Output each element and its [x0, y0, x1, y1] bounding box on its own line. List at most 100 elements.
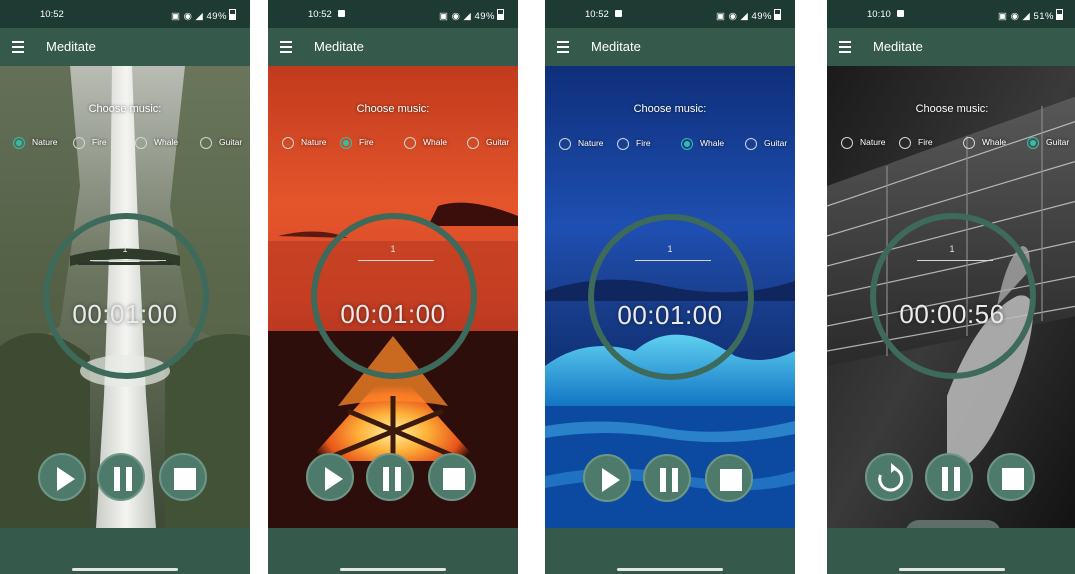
- status-time: 10:52: [308, 9, 332, 20]
- timer-ring: [43, 213, 209, 379]
- timer-display: 00:01:00: [340, 299, 446, 329]
- menu-icon[interactable]: [839, 41, 851, 53]
- radio-label: Fire: [918, 137, 933, 147]
- counter-underline: [90, 260, 166, 261]
- music-radio-group: Nature Fire Whale Guitar: [268, 136, 518, 152]
- status-bar: 10:10 ▣ ◉ ◢ 51%: [827, 0, 1075, 28]
- battery-icon: [497, 9, 504, 20]
- status-icons: ▣ ◉ ◢ 49%: [171, 9, 236, 22]
- radio-nature-circle: [13, 137, 25, 149]
- phone-screen-nature: 10:52 ▣ ◉ ◢ 49% Meditate Choose music: N…: [0, 0, 250, 574]
- music-radio-group: Nature Fire Whale Guitar: [827, 136, 1075, 152]
- replay-icon: [878, 463, 904, 492]
- radio-guitar-circle: [1027, 137, 1039, 149]
- play-button[interactable]: [38, 453, 86, 501]
- app-title: Meditate: [314, 39, 364, 54]
- image-notification-icon: [897, 10, 904, 17]
- status-bar: 10:52 ▣ ◉ ◢ 49%: [268, 0, 518, 28]
- play-button[interactable]: [306, 453, 354, 501]
- timer-ring: [870, 213, 1036, 379]
- radio-fire-circle: [73, 137, 85, 149]
- pause-button[interactable]: [925, 453, 973, 501]
- home-indicator[interactable]: [72, 568, 178, 571]
- radio-label: Fire: [92, 137, 107, 147]
- choose-music-label: Choose music:: [633, 103, 707, 115]
- timer-count: 1: [390, 244, 396, 254]
- counter-underline: [635, 260, 711, 261]
- radio-guitar-circle: [745, 138, 757, 150]
- radio-fire-circle: [899, 137, 911, 149]
- pause-button[interactable]: [97, 453, 145, 501]
- status-icons: ▣ ◉ ◢ 51%: [998, 9, 1063, 22]
- radio-whale-circle: [404, 137, 416, 149]
- battery-icon: [229, 9, 236, 20]
- image-notification-icon: [338, 10, 345, 17]
- stop-button[interactable]: [159, 453, 207, 501]
- choose-music-label: Choose music:: [88, 103, 162, 115]
- app-title: Meditate: [591, 39, 641, 54]
- app-title: Meditate: [46, 39, 96, 54]
- radio-whale-circle: [135, 137, 147, 149]
- status-icons: ▣ ◉ ◢ 49%: [716, 9, 781, 22]
- stop-icon: [720, 469, 742, 491]
- stop-button[interactable]: [428, 453, 476, 501]
- timer-count: 1: [949, 244, 955, 254]
- pause-icon: [114, 467, 132, 491]
- stop-icon: [174, 468, 196, 490]
- phone-screen-guitar: 10:10 ▣ ◉ ◢ 51% Meditate Choose music: N…: [827, 0, 1075, 574]
- battery-icon: [1056, 9, 1063, 20]
- timer-display: 00:01:00: [72, 299, 178, 329]
- home-indicator[interactable]: [899, 568, 1005, 571]
- battery-level: 49%: [751, 11, 772, 22]
- radio-whale-circle: [681, 138, 693, 150]
- battery-level: 51%: [1033, 11, 1054, 22]
- timer-display: 00:01:00: [617, 300, 723, 330]
- radio-label: Guitar: [764, 138, 788, 148]
- pause-button[interactable]: [643, 454, 691, 502]
- bottom-nav-bar: [0, 528, 250, 574]
- pause-icon: [383, 467, 401, 491]
- battery-level: 49%: [206, 11, 227, 22]
- home-indicator[interactable]: [617, 568, 723, 571]
- radio-label: Whale: [423, 137, 448, 147]
- timer-count: 1: [122, 244, 128, 254]
- radio-label: Fire: [359, 137, 374, 147]
- replay-button[interactable]: [865, 453, 913, 501]
- play-icon: [602, 468, 620, 492]
- choose-music-label: Choose music:: [356, 103, 430, 115]
- music-radio-group: Nature Fire Whale Guitar: [545, 137, 795, 153]
- stop-icon: [1002, 468, 1024, 490]
- timer-display: 00:00:56: [899, 299, 1005, 329]
- status-bar: 10:52 ▣ ◉ ◢ 49%: [545, 0, 795, 28]
- menu-icon[interactable]: [12, 41, 24, 53]
- status-time: 10:10: [867, 9, 891, 20]
- stop-button[interactable]: [987, 453, 1035, 501]
- pause-icon: [942, 467, 960, 491]
- bottom-nav-bar: [268, 528, 518, 574]
- menu-icon[interactable]: [280, 41, 292, 53]
- stop-button[interactable]: [705, 454, 753, 502]
- pause-button[interactable]: [366, 453, 414, 501]
- radio-whale-circle: [963, 137, 975, 149]
- app-bar: Meditate: [827, 28, 1075, 66]
- radio-nature-circle: [559, 138, 571, 150]
- play-button[interactable]: [583, 454, 631, 502]
- radio-fire-circle: [340, 137, 352, 149]
- counter-underline: [358, 260, 434, 261]
- app-bar: Meditate: [268, 28, 518, 66]
- menu-icon[interactable]: [557, 41, 569, 53]
- stop-icon: [443, 468, 465, 490]
- radio-label: Guitar: [219, 137, 243, 147]
- counter-underline: [917, 260, 993, 261]
- radio-guitar-circle: [200, 137, 212, 149]
- status-time: 10:52: [40, 9, 64, 20]
- status-icons: ▣ ◉ ◢ 49%: [439, 9, 504, 22]
- pause-icon: [660, 468, 678, 492]
- app-title: Meditate: [873, 39, 923, 54]
- status-time: 10:52: [585, 9, 609, 20]
- home-indicator[interactable]: [340, 568, 446, 571]
- play-icon: [325, 467, 343, 491]
- radio-label: Nature: [301, 137, 327, 147]
- battery-icon: [774, 9, 781, 20]
- image-notification-icon: [615, 10, 622, 17]
